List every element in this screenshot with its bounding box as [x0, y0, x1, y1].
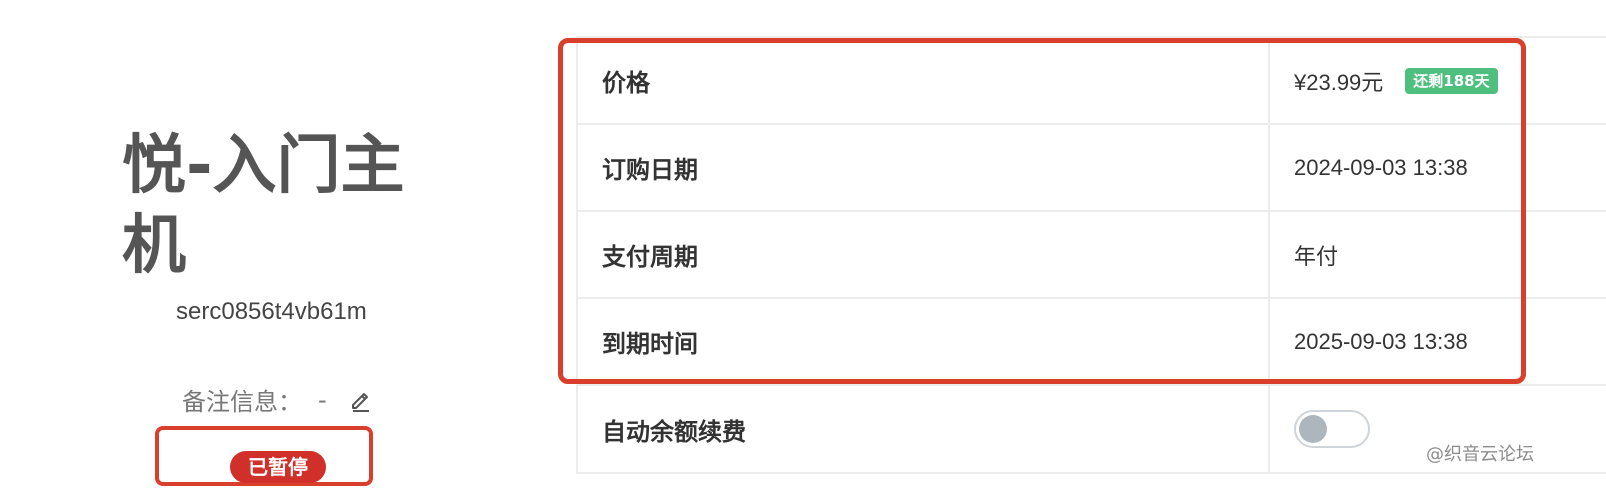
expiry-value: 2025-09-03 13:38: [1294, 328, 1468, 354]
billing-cycle-label: 支付周期: [578, 212, 1270, 297]
price-label: 价格: [578, 38, 1270, 123]
product-name: 悦-入门主机: [122, 129, 405, 283]
instance-id: serc0856t4vb61m: [176, 298, 367, 325]
auto-renew-label: 自动余额续费: [578, 386, 1270, 472]
order-date-label: 订购日期: [578, 125, 1270, 210]
details-table: 价格 ¥23.99元 还剩188天 订购日期 2024-09-03 13:38 …: [576, 36, 1606, 474]
expiry-label: 到期时间: [578, 299, 1270, 384]
price-value-cell: ¥23.99元 还剩188天: [1270, 38, 1606, 123]
server-detail-page: 悦-入门主机 serc0856t4vb61m 备注信息： - 已暂停 价格 ¥2…: [0, 0, 1606, 502]
pencil-icon[interactable]: [349, 388, 373, 412]
toggle-knob: [1299, 415, 1327, 443]
order-date-value: 2024-09-03 13:38: [1294, 154, 1468, 180]
watermark: @织音云论坛: [1426, 444, 1534, 465]
table-row-order-date: 订购日期 2024-09-03 13:38: [578, 125, 1606, 212]
price-value: ¥23.99元: [1294, 69, 1384, 95]
table-row-billing-cycle: 支付周期 年付: [578, 212, 1606, 299]
table-row-expiry: 到期时间 2025-09-03 13:38: [578, 299, 1606, 386]
auto-renew-toggle[interactable]: [1294, 410, 1370, 448]
billing-cycle-value: 年付: [1294, 243, 1339, 269]
remark-row: 备注信息： -: [182, 382, 373, 417]
remaining-days-badge: 还剩188天: [1405, 67, 1498, 94]
remark-value: -: [318, 385, 327, 414]
table-row-price: 价格 ¥23.99元 还剩188天: [578, 38, 1606, 125]
remark-label: 备注信息：: [182, 388, 302, 416]
status-badge: 已暂停: [230, 451, 326, 483]
